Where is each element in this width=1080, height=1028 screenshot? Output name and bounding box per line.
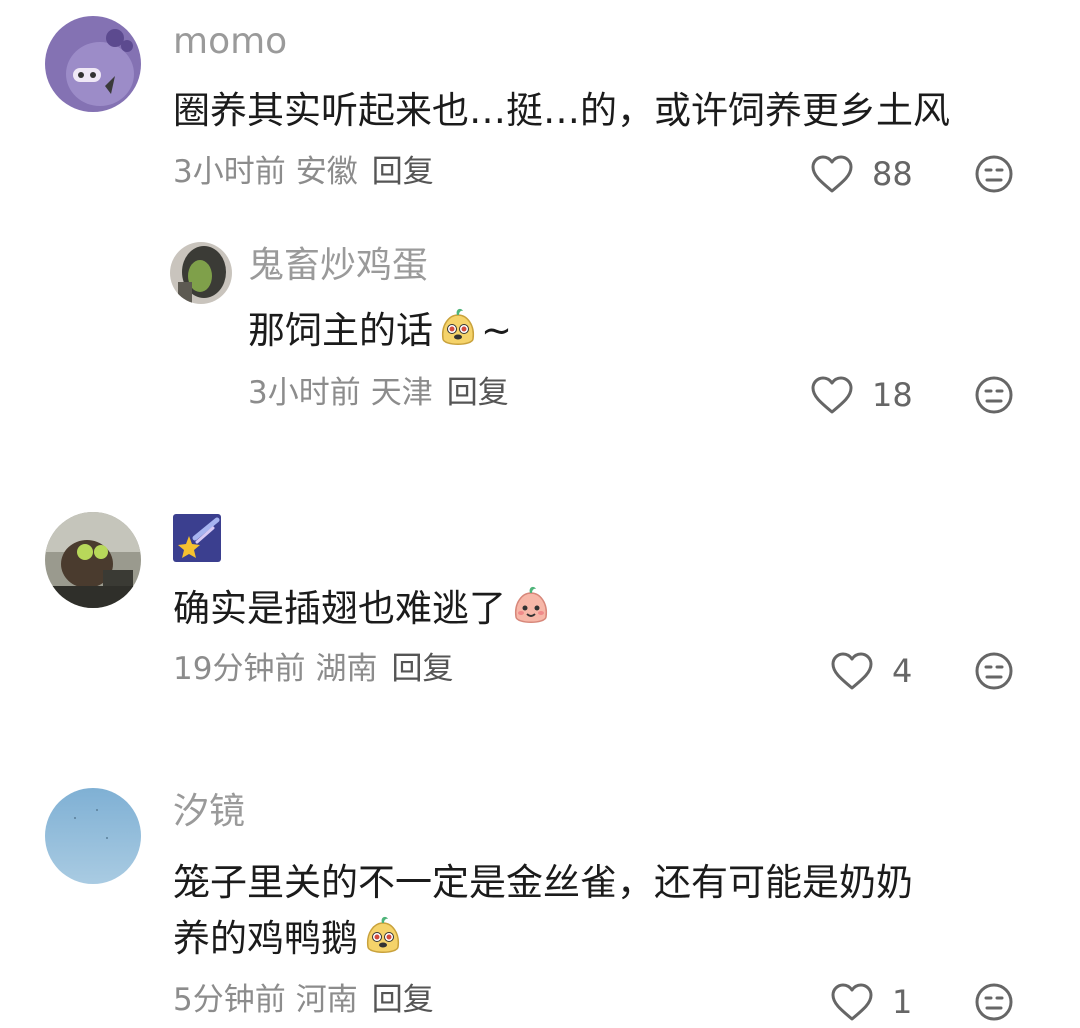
reply-button[interactable]: 回复 <box>391 651 453 687</box>
reply-button[interactable]: 回复 <box>372 154 434 190</box>
comment-text: 圈养其实听起来也…挺…的，或许饲养更乡土风 <box>173 89 950 132</box>
comment-time: 3小时前 <box>173 154 286 190</box>
like-button[interactable]: 88 <box>810 154 913 194</box>
heart-icon <box>831 983 873 1021</box>
like-button[interactable]: 18 <box>810 375 913 415</box>
comment-time: 5分钟前 <box>173 982 286 1018</box>
like-button[interactable]: 4 <box>830 651 912 691</box>
heart-icon <box>811 155 853 193</box>
username[interactable]: 鬼畜炒鸡蛋 <box>248 248 428 284</box>
heart-icon <box>811 376 853 414</box>
like-count: 1 <box>892 983 913 1021</box>
cute-blob-emoji-icon <box>366 916 400 953</box>
shooting-star-emoji-icon[interactable] <box>173 514 221 562</box>
comment-time: 3小时前 <box>248 375 361 411</box>
comment-text-line: 养的鸡鸭鹅 <box>173 908 406 970</box>
pink-blob-emoji-icon <box>514 586 548 623</box>
dislike-face-icon[interactable] <box>974 982 1014 1022</box>
dislike-face-icon[interactable] <box>974 375 1014 415</box>
comment-location: 河南 <box>295 982 358 1018</box>
avatar[interactable] <box>45 512 141 608</box>
username[interactable]: momo <box>173 24 287 60</box>
username[interactable]: 汐镜 <box>173 794 245 830</box>
comment-time: 19分钟前 <box>173 651 306 687</box>
avatar[interactable] <box>170 242 232 304</box>
heart-icon <box>831 652 873 690</box>
comment-location: 天津 <box>370 375 433 411</box>
dislike-face-icon[interactable] <box>974 651 1014 691</box>
comment-text-line: 笼子里关的不一定是金丝雀，还有可能是奶奶 <box>173 861 913 904</box>
comment-text: 确实是插翅也难逃了 <box>173 578 554 640</box>
like-button[interactable]: 1 <box>830 982 912 1022</box>
comment-meta: 3小时前 安徽 回复 <box>173 157 434 188</box>
dislike-face-icon[interactable] <box>974 154 1014 194</box>
comment-meta: 19分钟前 湖南 回复 <box>173 654 453 685</box>
reply-button[interactable]: 回复 <box>372 982 434 1018</box>
like-count: 18 <box>872 376 913 414</box>
cute-blob-emoji-icon <box>441 308 475 345</box>
avatar[interactable] <box>45 788 141 884</box>
reply-button[interactable]: 回复 <box>447 375 509 411</box>
comment-meta: 5分钟前 河南 回复 <box>173 985 434 1016</box>
comment-text: 那饲主的话 ~ <box>248 300 512 362</box>
comment-location: 安徽 <box>295 154 358 190</box>
comment-meta: 3小时前 天津 回复 <box>248 378 509 409</box>
like-count: 4 <box>892 652 913 690</box>
like-count: 88 <box>872 155 913 193</box>
comment-location: 湖南 <box>315 651 378 687</box>
avatar[interactable] <box>45 16 141 112</box>
